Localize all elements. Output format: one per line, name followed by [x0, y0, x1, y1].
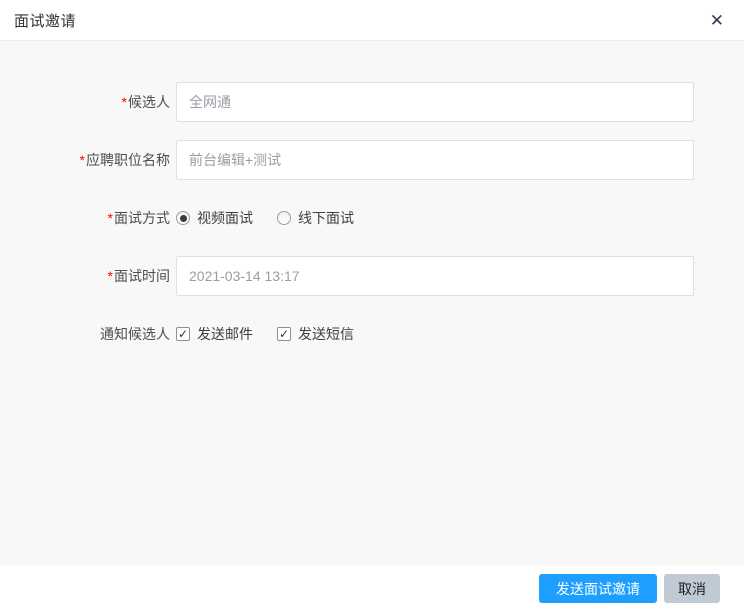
form-row-candidate: *候选人: [0, 82, 744, 122]
interview-method-label: *面试方式: [107, 210, 170, 226]
notify-candidate-label: 通知候选人: [100, 326, 170, 342]
form-row-position: *应聘职位名称: [0, 140, 744, 180]
interview-invitation-dialog: 面试邀请 ✕ *候选人 *应聘职位名称 *面试方式: [0, 0, 744, 616]
radio-offline-interview[interactable]: 线下面试: [277, 208, 354, 228]
interview-time-label: *面试时间: [107, 268, 170, 284]
required-star: *: [79, 152, 85, 168]
checkbox-checked-icon: [176, 327, 190, 341]
candidate-input[interactable]: [176, 82, 694, 122]
radio-offline-interview-label: 线下面试: [298, 210, 354, 226]
dialog-title: 面试邀请: [14, 12, 77, 30]
cancel-button[interactable]: 取消: [664, 574, 720, 603]
form-row-interview-time: *面试时间: [0, 256, 744, 296]
interview-time-input[interactable]: [176, 256, 694, 296]
form-row-notify-candidate: 通知候选人 发送邮件 发送短信: [0, 314, 744, 354]
form-row-interview-method: *面试方式 视频面试 线下面试: [0, 198, 744, 238]
dialog-header: 面试邀请 ✕: [0, 0, 744, 41]
dialog-body: *候选人 *应聘职位名称 *面试方式 视频面试: [0, 41, 744, 565]
required-star: *: [121, 94, 127, 110]
dialog-footer: 发送面试邀请 取消: [0, 565, 744, 616]
required-star: *: [107, 268, 113, 284]
checkbox-checked-icon: [277, 327, 291, 341]
radio-unselected-icon: [277, 211, 291, 225]
position-label: *应聘职位名称: [79, 152, 170, 168]
radio-video-interview-label: 视频面试: [197, 210, 253, 226]
position-input[interactable]: [176, 140, 694, 180]
checkbox-send-email-label: 发送邮件: [197, 326, 253, 342]
radio-selected-icon: [176, 211, 190, 225]
checkbox-send-email[interactable]: 发送邮件: [176, 324, 253, 344]
close-icon[interactable]: ✕: [706, 10, 728, 31]
required-star: *: [107, 210, 113, 226]
candidate-label: *候选人: [121, 94, 170, 110]
radio-video-interview[interactable]: 视频面试: [176, 208, 253, 228]
send-invitation-button[interactable]: 发送面试邀请: [539, 574, 657, 603]
checkbox-send-sms-label: 发送短信: [298, 326, 354, 342]
checkbox-send-sms[interactable]: 发送短信: [277, 324, 354, 344]
